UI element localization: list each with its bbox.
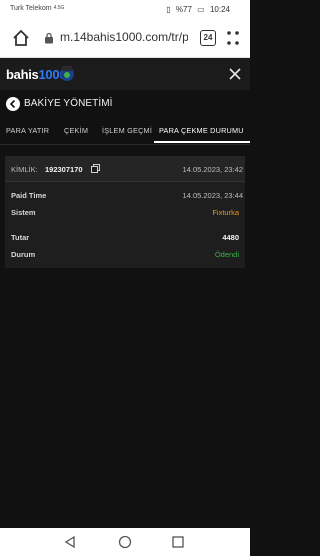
copy-icon[interactable] — [91, 164, 100, 173]
nav-back-icon[interactable] — [64, 536, 76, 548]
vibrate-icon: ▯ — [166, 5, 171, 14]
network-label: 4.5G — [53, 5, 65, 11]
amount-label: Tutar — [11, 233, 30, 242]
browser-toolbar: m.14bahis1000.com/tr/p 24 — [0, 20, 250, 58]
system-nav-bar — [0, 528, 250, 556]
overflow-menu-icon[interactable] — [226, 29, 240, 47]
close-icon[interactable] — [228, 67, 242, 81]
system-value: Fixturka — [212, 208, 239, 217]
tab-switcher-button[interactable]: 24 — [200, 30, 216, 46]
paid-time-value: 14.05.2023, 23:44 — [182, 191, 243, 200]
record-header: KİMLİK: 192307170 14.05.2023, 23:42 — [5, 156, 245, 182]
carrier-label: Turk Telekom 4.5G — [10, 5, 65, 12]
site-header: bahis1000 — [0, 58, 250, 90]
status-label: Durum — [11, 250, 36, 259]
nav-home-icon[interactable] — [118, 535, 132, 549]
page-title-bar: BAKİYE YÖNETİMİ — [0, 92, 250, 118]
nav-recents-icon[interactable] — [172, 536, 184, 548]
paid-time-label: Paid Time — [11, 191, 47, 200]
time-label: 10:24 — [209, 5, 230, 14]
home-icon[interactable] — [12, 29, 30, 47]
battery-label: %77 — [175, 5, 192, 14]
battery-icon: ▭ — [197, 5, 205, 14]
created-at-value: 14.05.2023, 23:42 — [182, 165, 243, 174]
tab-withdrawal-status[interactable]: PARA ÇEKME DURUMU — [159, 126, 244, 135]
active-tab-indicator — [154, 141, 250, 143]
withdrawal-record-card: KİMLİK: 192307170 14.05.2023, 23:42 Paid… — [5, 156, 245, 268]
mascot-badge-icon — [60, 66, 74, 81]
page-title: BAKİYE YÖNETİMİ — [24, 98, 113, 109]
tab-transaction-history[interactable]: İŞLEM GEÇMİ — [102, 126, 152, 135]
id-label: KİMLİK: — [11, 165, 38, 174]
logo-text: bahis — [6, 67, 39, 82]
tab-withdraw[interactable]: ÇEKİM — [64, 126, 88, 135]
balance-tabs: PARA YATIR ÇEKİM İŞLEM GEÇMİ PARA ÇEKME … — [0, 122, 250, 145]
system-label: Sistem — [11, 208, 36, 217]
back-arrow-icon[interactable] — [6, 97, 20, 111]
amount-value: 4480 — [222, 233, 239, 242]
id-value: 192307170 — [45, 165, 83, 174]
lock-icon[interactable] — [44, 32, 54, 44]
status-value: Ödendi — [214, 250, 239, 259]
status-bar: Turk Telekom 4.5G ▯ %77 ▭ 10:24 — [0, 0, 250, 20]
tab-deposit[interactable]: PARA YATIR — [6, 126, 49, 135]
status-right: ▯ %77 ▭ 10:24 — [163, 5, 230, 14]
url-field[interactable]: m.14bahis1000.com/tr/p — [60, 30, 188, 44]
